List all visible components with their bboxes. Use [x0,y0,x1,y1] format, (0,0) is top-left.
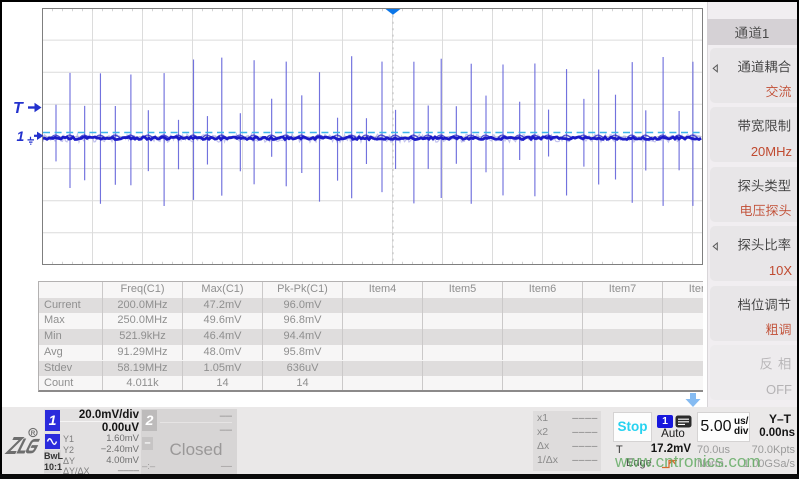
svg-text:R: R [31,430,36,437]
svg-text:T: T [13,100,24,117]
svg-text:1: 1 [17,128,25,144]
